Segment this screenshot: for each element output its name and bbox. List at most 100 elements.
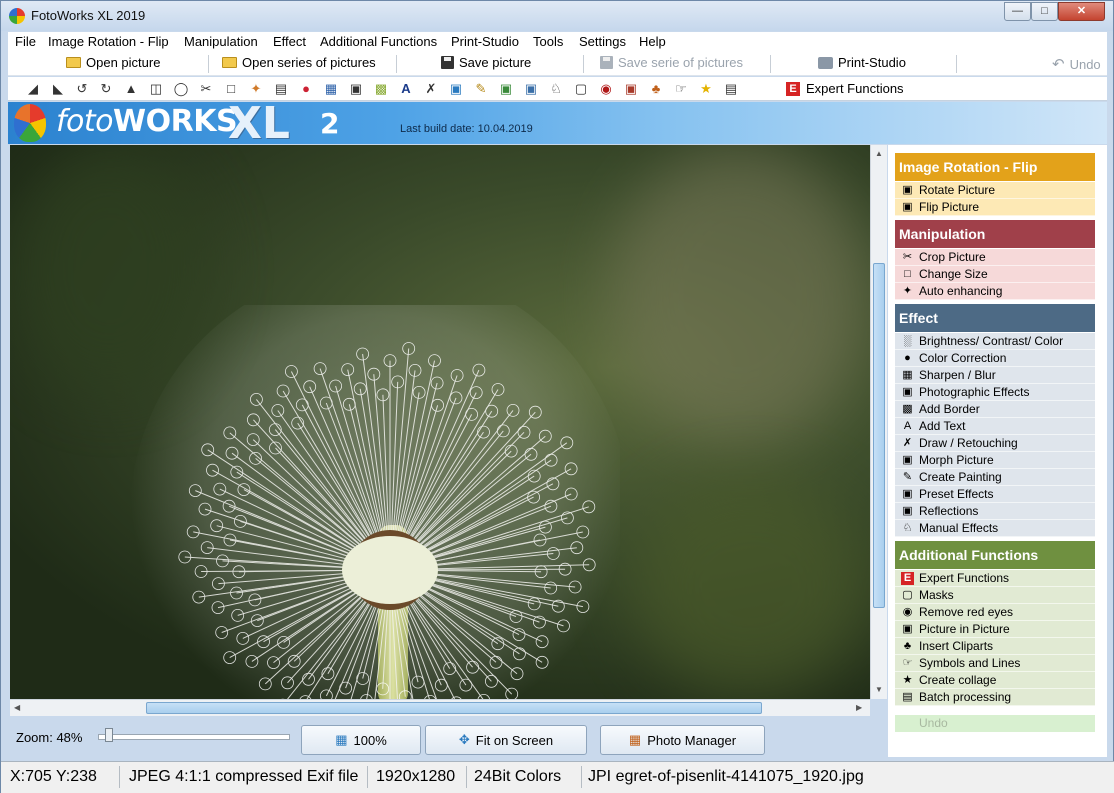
preset-icon[interactable]: ▣	[498, 81, 514, 97]
paint-icon[interactable]: ✎	[473, 81, 489, 97]
panel-item-auto-enhancing[interactable]: ✦ Auto enhancing	[895, 283, 1095, 300]
crop-icon[interactable]: ✂	[198, 81, 214, 97]
scroll-right-icon[interactable]: ▶	[856, 703, 862, 712]
red-eye-icon[interactable]: ◉	[598, 81, 614, 97]
panel-item-create-collage[interactable]: ★ Create collage	[895, 672, 1095, 689]
panel-item-picture-in-picture[interactable]: ▣ Picture in Picture	[895, 621, 1095, 638]
menu-manipulation[interactable]: Manipulation	[184, 34, 258, 49]
panel-item-photographic-effects[interactable]: ▣ Photographic Effects	[895, 384, 1095, 401]
menu-settings[interactable]: Settings	[579, 34, 626, 49]
photo-manager-button[interactable]: ▦ Photo Manager	[600, 725, 765, 755]
menu-effect[interactable]: Effect	[273, 34, 306, 49]
save-series-button[interactable]: Save serie of pictures	[600, 55, 743, 70]
panel-item-draw-retouching[interactable]: ✗ Draw / Retouching	[895, 435, 1095, 452]
undo-button[interactable]: ↶ Undo	[1052, 55, 1101, 73]
panel-item-morph-picture[interactable]: ▣ Morph Picture	[895, 452, 1095, 469]
morph-icon[interactable]: ▣	[448, 81, 464, 97]
maximize-button[interactable]: □	[1031, 2, 1058, 21]
panel-item-preset-effects[interactable]: ▣ Preset Effects	[895, 486, 1095, 503]
symbols-icon[interactable]: ☞	[673, 81, 689, 97]
open-series-button[interactable]: Open series of pictures	[222, 55, 376, 70]
save-icon	[600, 56, 613, 69]
panel-item-symbols-and-lines[interactable]: ☞ Symbols and Lines	[895, 655, 1095, 672]
zoom-100-button[interactable]: ▦ 100%	[301, 725, 421, 755]
banner-logo: fotoWORKS	[56, 104, 238, 139]
vertical-scrollbar[interactable]: ▲ ▼	[870, 145, 887, 699]
panel-item-manual-effects[interactable]: ♘ Manual Effects	[895, 520, 1095, 537]
section-header-effect[interactable]: Effect	[895, 304, 1095, 332]
draw-icon[interactable]: ✗	[423, 81, 439, 97]
auto-enhance-icon[interactable]: ✦	[248, 81, 264, 97]
panel-item-create-painting[interactable]: ✎ Create Painting	[895, 469, 1095, 486]
picture-in-picture-icon[interactable]: ▣	[623, 81, 639, 97]
panel-item-masks[interactable]: ▢ Masks	[895, 587, 1095, 604]
rotate-cw-icon[interactable]: ↻	[98, 81, 114, 97]
rotate-left-icon[interactable]: ◢	[25, 81, 41, 97]
panel-item-rotate-picture[interactable]: ▣ Rotate Picture	[895, 182, 1095, 199]
sharpen-icon[interactable]: ▦	[323, 81, 339, 97]
painting-icon: ✎	[902, 471, 913, 483]
rotate-ccw-icon[interactable]: ↺	[74, 81, 90, 97]
panel-item-change-size[interactable]: □ Change Size	[895, 266, 1095, 283]
zoom-slider-thumb[interactable]	[105, 728, 113, 742]
scroll-up-icon[interactable]: ▲	[875, 149, 883, 158]
panel-item-add-text[interactable]: A Add Text	[895, 418, 1095, 435]
open-picture-button[interactable]: Open picture	[66, 55, 160, 70]
color-icon[interactable]: ●	[298, 81, 314, 97]
section-header-additional[interactable]: Additional Functions	[895, 541, 1095, 569]
border-icon[interactable]: ▩	[373, 81, 389, 97]
build-date: Last build date: 10.04.2019	[400, 123, 533, 135]
flip-icon[interactable]: ◫	[148, 81, 164, 97]
straighten-icon[interactable]: ▲	[123, 81, 139, 97]
resize-icon[interactable]: □	[223, 81, 239, 97]
panel-item-expert-functions[interactable]: E Expert Functions	[895, 570, 1095, 587]
panel-item-flip-picture[interactable]: ▣ Flip Picture	[895, 199, 1095, 216]
clipart-icon[interactable]: ♣	[648, 81, 664, 97]
red-eye-icon: ◉	[902, 606, 913, 618]
panel-item-color-correction[interactable]: ● Color Correction	[895, 350, 1095, 367]
panel-item-batch-processing[interactable]: ▤ Batch processing	[895, 689, 1095, 706]
brightness-icon: ░	[903, 335, 912, 347]
minimize-button[interactable]: —	[1004, 2, 1031, 21]
menu-tools[interactable]: Tools	[533, 34, 563, 49]
scroll-down-icon[interactable]: ▼	[875, 685, 883, 694]
mirror-icon[interactable]: ◯	[173, 81, 189, 97]
text-icon[interactable]: A	[398, 81, 414, 97]
horizontal-scroll-thumb[interactable]	[146, 702, 762, 714]
panel-item-brightness-contrast-color[interactable]: ░ Brightness/ Contrast/ Color	[895, 333, 1095, 350]
photo-effects-icon[interactable]: ▣	[348, 81, 364, 97]
panel-item-remove-red-eyes[interactable]: ◉ Remove red eyes	[895, 604, 1095, 621]
status-separator	[367, 766, 368, 788]
panel-item-reflections[interactable]: ▣ Reflections	[895, 503, 1095, 520]
collage-icon[interactable]: ★	[698, 81, 714, 97]
section-header-rotation[interactable]: Image Rotation - Flip	[895, 153, 1095, 181]
menu-file[interactable]: File	[15, 34, 36, 49]
save-picture-button[interactable]: Save picture	[441, 55, 531, 70]
menu-print-studio[interactable]: Print-Studio	[451, 34, 519, 49]
menu-image-rotation[interactable]: Image Rotation - Flip	[48, 34, 169, 49]
scroll-left-icon[interactable]: ◀	[14, 703, 20, 712]
rotate-right-icon[interactable]: ◣	[50, 81, 66, 97]
menu-additional-functions[interactable]: Additional Functions	[320, 34, 437, 49]
reflection-icon[interactable]: ▣	[523, 81, 539, 97]
panel-item-insert-cliparts[interactable]: ♣ Insert Cliparts	[895, 638, 1095, 655]
panel-item-sharpen-blur[interactable]: ▦ Sharpen / Blur	[895, 367, 1095, 384]
frame-icon[interactable]: ▢	[573, 81, 589, 97]
panel-item-crop-picture[interactable]: ✂ Crop Picture	[895, 249, 1095, 266]
batch-icon[interactable]: ▤	[723, 81, 739, 97]
panel-item-add-border[interactable]: ▩ Add Border	[895, 401, 1095, 418]
vertical-scroll-thumb[interactable]	[873, 263, 885, 608]
panel-item-label: Brightness/ Contrast/ Color	[919, 334, 1064, 348]
levels-icon[interactable]: ▤	[273, 81, 289, 97]
horizontal-scrollbar[interactable]: ◀ ▶	[10, 699, 870, 716]
section-header-manipulation[interactable]: Manipulation	[895, 220, 1095, 248]
print-studio-button[interactable]: Print-Studio	[818, 55, 906, 70]
panel-undo-button[interactable]: Undo	[895, 715, 1095, 732]
fit-on-screen-button[interactable]: ✥ Fit on Screen	[425, 725, 587, 755]
manual-icon[interactable]: ♘	[548, 81, 564, 97]
expert-functions-button[interactable]: E Expert Functions	[786, 81, 904, 96]
menu-help[interactable]: Help	[639, 34, 666, 49]
picture-canvas[interactable]	[10, 145, 870, 699]
zoom-slider-track[interactable]	[98, 734, 290, 740]
close-button[interactable]: ✕	[1058, 2, 1105, 21]
